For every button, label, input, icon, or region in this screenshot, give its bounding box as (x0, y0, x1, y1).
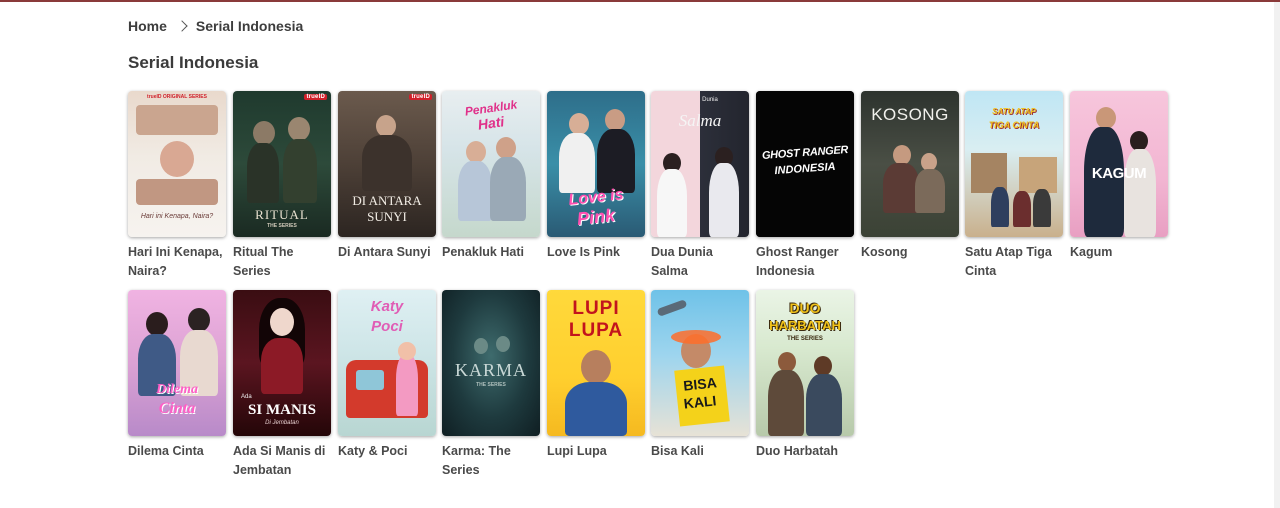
poster-title-text: DI ANTARA (352, 193, 422, 208)
series-card-love[interactable]: Love is Pink Love Is Pink (547, 91, 645, 262)
poster-title-text: Hari ini Kenapa, Naira? (140, 213, 214, 220)
poster-title-text: HARBATAH (769, 318, 841, 333)
breadcrumb: Home Serial Indonesia (128, 18, 303, 34)
series-card-bisa[interactable]: BISA KALI Bisa Kali (651, 290, 749, 461)
series-card-ghost[interactable]: GHOST RANGER INDONESIA Ghost Ranger Indo… (756, 91, 854, 281)
series-card-lupi[interactable]: LUPI LUPA Lupi Lupa (547, 290, 645, 461)
series-card-salma[interactable]: Dunia Salma Dua Dunia Salma (651, 91, 749, 281)
poster-brand-tag: trueID ORIGINAL SERIES (147, 94, 207, 100)
poster-image[interactable]: BISA KALI (651, 290, 749, 436)
top-accent-line (0, 0, 1280, 2)
poster-title-text: DUO (789, 300, 821, 316)
series-title[interactable]: Dilema Cinta (128, 442, 226, 461)
series-card-penakluk[interactable]: Penakluk Hati Penakluk Hati (442, 91, 540, 262)
poster-title-text: Poci (371, 318, 403, 335)
series-card-satu[interactable]: SATU ATAP TIGA CINTA Satu Atap Tiga Cint… (965, 91, 1063, 281)
series-card-manis[interactable]: Ada SI MANIS Di Jembatan Ada Si Manis di… (233, 290, 331, 480)
poster-title-text: Katy (370, 298, 404, 315)
series-title[interactable]: Bisa Kali (651, 442, 749, 461)
poster-subtitle-text: THE SERIES (267, 223, 297, 229)
series-title[interactable]: Ghost Ranger Indonesia (756, 243, 854, 281)
poster-image[interactable]: trueID RITUAL THE SERIES (233, 91, 331, 237)
poster-image[interactable]: trueID DI ANTARA SUNYI (338, 91, 436, 237)
poster-image[interactable]: trueID ORIGINAL SERIES Hari ini Kenapa, … (128, 91, 226, 237)
poster-image[interactable]: SATU ATAP TIGA CINTA (965, 91, 1063, 237)
series-title[interactable]: Kosong (861, 243, 959, 262)
poster-title-text: Salma (678, 111, 722, 130)
series-card-ritual[interactable]: trueID RITUAL THE SERIES Ritual The Seri… (233, 91, 331, 281)
poster-title-text: TIGA CINTA (988, 120, 1040, 130)
poster-title-text: KARMA (454, 360, 527, 380)
series-title[interactable]: Lupi Lupa (547, 442, 645, 461)
series-card-duo[interactable]: DUO HARBATAH THE SERIES Duo Harbatah (756, 290, 854, 461)
series-title[interactable]: Satu Atap Tiga Cinta (965, 243, 1063, 281)
poster-image[interactable]: Ada SI MANIS Di Jembatan (233, 290, 331, 436)
poster-image[interactable]: LUPI LUPA (547, 290, 645, 436)
breadcrumb-home-link[interactable]: Home (128, 18, 167, 34)
poster-subtitle-text: Di Jembatan (265, 420, 299, 426)
series-title[interactable]: Di Antara Sunyi (338, 243, 436, 262)
series-title[interactable]: Katy & Poci (338, 442, 436, 461)
poster-image[interactable]: KOSONG (861, 91, 959, 237)
poster-image[interactable]: KAGUM (1070, 91, 1168, 237)
poster-title-text: LUPI (572, 298, 620, 319)
poster-title-text: SI MANIS (248, 402, 316, 418)
poster-title-text: RITUAL (255, 207, 309, 222)
poster-image[interactable]: Penakluk Hati (442, 91, 540, 237)
poster-title-text: Dilema (156, 382, 198, 397)
series-card-dilema[interactable]: Dilema Cinta Dilema Cinta (128, 290, 226, 461)
series-title[interactable]: Penakluk Hati (442, 243, 540, 262)
poster-subtitle-text: THE SERIES (476, 382, 506, 388)
series-title[interactable]: Ritual The Series (233, 243, 331, 281)
series-title[interactable]: Dua Dunia Salma (651, 243, 749, 281)
poster-subtitle-text: THE SERIES (787, 336, 823, 342)
breadcrumb-current: Serial Indonesia (195, 18, 304, 34)
series-card-kagum[interactable]: KAGUM Kagum (1070, 91, 1168, 262)
series-card-kosong[interactable]: KOSONG Kosong (861, 91, 959, 262)
series-title[interactable]: Love Is Pink (547, 243, 645, 262)
poster-image[interactable]: Katy Poci (338, 290, 436, 436)
poster-image[interactable]: GHOST RANGER INDONESIA (756, 91, 854, 237)
poster-title-text: LUPA (568, 320, 624, 341)
poster-small-text: Ada (241, 394, 252, 400)
series-title[interactable]: Duo Harbatah (756, 442, 854, 461)
series-card-antara[interactable]: trueID DI ANTARA SUNYI Di Antara Sunyi (338, 91, 436, 262)
series-card-karma[interactable]: KARMA THE SERIES Karma: The Series (442, 290, 540, 480)
poster-image[interactable]: DUO HARBATAH THE SERIES (756, 290, 854, 436)
poster-image[interactable]: Dunia Salma (651, 91, 749, 237)
series-title[interactable]: Ada Si Manis di Jembatan (233, 442, 331, 480)
poster-image[interactable]: Dilema Cinta (128, 290, 226, 436)
poster-title-text: KOSONG (871, 105, 949, 124)
series-card-naira[interactable]: trueID ORIGINAL SERIES Hari ini Kenapa, … (128, 91, 226, 281)
poster-image[interactable]: KARMA THE SERIES (442, 290, 540, 436)
poster-title-text: KAGUM (1091, 165, 1147, 182)
series-title[interactable]: Kagum (1070, 243, 1168, 262)
scrollbar-track[interactable] (1274, 2, 1280, 508)
poster-image[interactable]: Love is Pink (547, 91, 645, 237)
poster-title-text: SATU ATAP (992, 107, 1036, 116)
series-title[interactable]: Karma: The Series (442, 442, 540, 480)
poster-small-text: Dunia (702, 97, 718, 103)
series-card-katy[interactable]: Katy Poci Katy & Poci (338, 290, 436, 461)
poster-title-text: SUNYI (367, 209, 407, 224)
series-title[interactable]: Hari Ini Kenapa, Naira? (128, 243, 226, 281)
trueid-logo: trueID (409, 94, 432, 100)
section-title: Serial Indonesia (128, 53, 259, 72)
poster-title-text: Cinta (158, 400, 196, 417)
chevron-right-icon (176, 20, 188, 32)
trueid-logo: trueID (304, 94, 327, 100)
